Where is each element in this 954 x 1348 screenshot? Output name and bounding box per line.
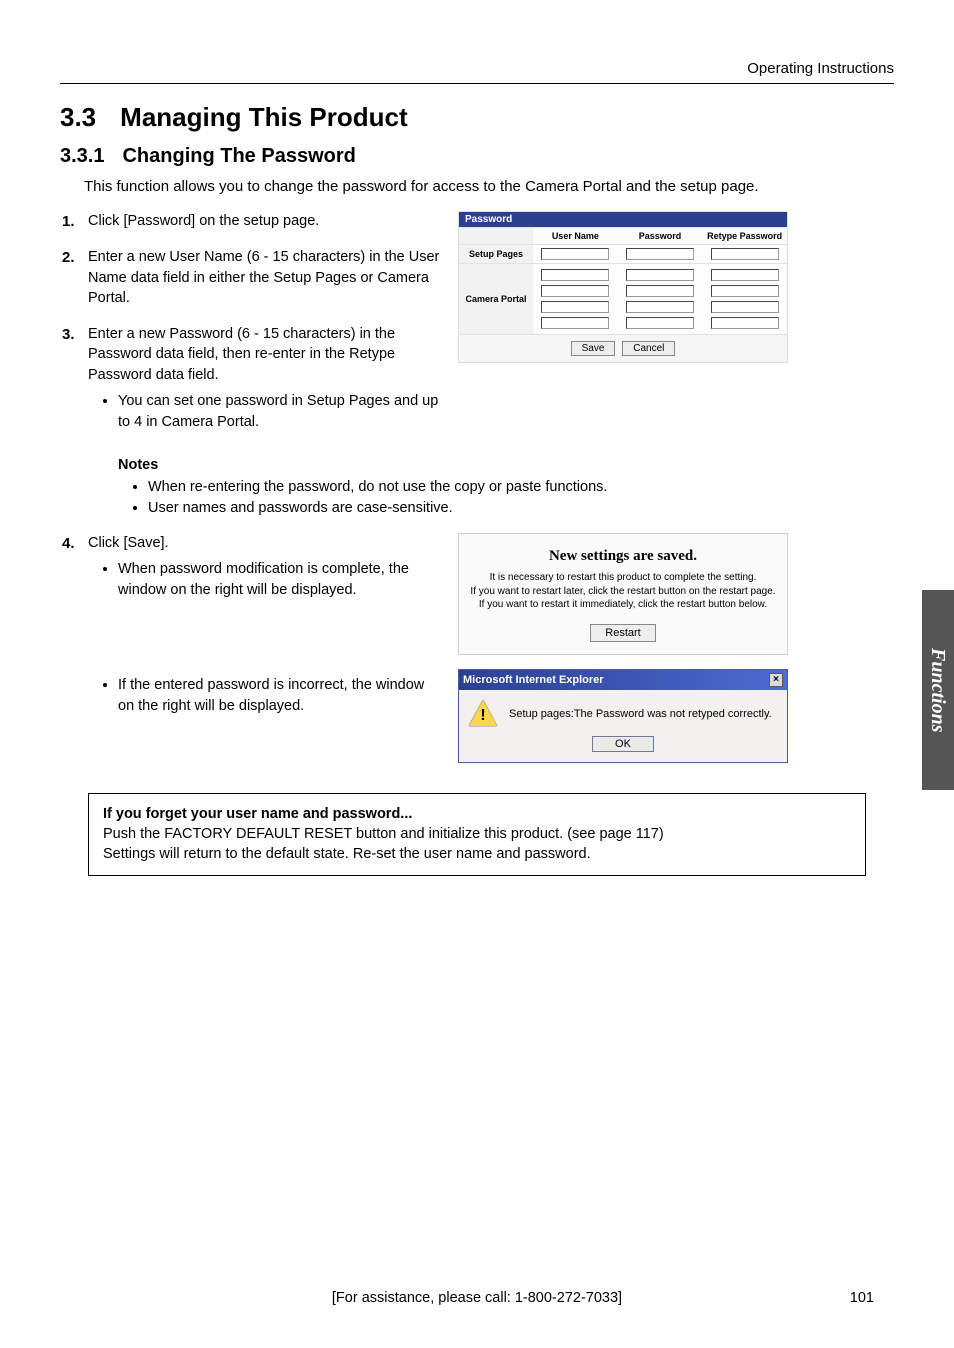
portal-retype-input-3[interactable] [711,301,779,313]
col-password: Password [618,228,703,244]
portal-password-input-2[interactable] [626,285,694,297]
password-panel-corner [459,228,533,244]
portal-retype-input-1[interactable] [711,269,779,281]
header-doc-title: Operating Instructions [60,60,894,77]
section-heading: 3.3 Managing This Product [60,102,894,133]
portal-password-input-1[interactable] [626,269,694,281]
row-steps-and-password-figure: 1. Click [Password] on the setup page. 2… [60,211,894,449]
intro-text: This function allows you to change the p… [84,178,894,195]
password-settings-panel: Password User Name Password Retype Passw… [458,211,788,363]
row-step4-and-dialogs: 4. Click [Save]. When password modificat… [60,533,894,763]
setup-password-input[interactable] [626,248,694,260]
notes-section: Notes When re-entering the password, do … [60,457,894,519]
portal-username-input-1[interactable] [541,269,609,281]
header-rule [60,83,894,84]
settings-saved-line3: If you want to restart it immediately, c… [469,598,777,612]
ie-error-dialog: Microsoft Internet Explorer × ! Setup pa… [458,669,788,763]
portal-retype-input-4[interactable] [711,317,779,329]
password-figure-column: Password User Name Password Retype Passw… [458,211,894,449]
warning-icon: ! [469,700,497,728]
portal-username-input-3[interactable] [541,301,609,313]
step-2-text: Enter a new User Name (6 - 15 characters… [88,249,439,306]
step-1-number: 1. [62,211,75,232]
col-username: User Name [533,228,618,244]
forgot-credentials-line1: Push the FACTORY DEFAULT RESET button an… [103,826,664,842]
password-panel-title: Password [459,212,787,227]
step-2-number: 2. [62,247,75,268]
step-2: 2. Enter a new User Name (6 - 15 charact… [88,247,440,308]
section-title: Managing This Product [120,102,407,132]
step-1: 1. Click [Password] on the setup page. [88,211,440,231]
portal-password-input-3[interactable] [626,301,694,313]
setup-retype-input[interactable] [711,248,779,260]
page-number: 101 [850,1290,874,1306]
restart-button[interactable]: Restart [590,624,655,642]
step-4-text: Click [Save]. [88,535,169,551]
forgot-credentials-line2: Settings will return to the default stat… [103,846,591,862]
note-1: When re-entering the password, do not us… [148,477,894,498]
settings-saved-panel: New settings are saved. It is necessary … [458,533,788,655]
settings-saved-title: New settings are saved. [469,548,777,565]
side-tab-functions: Functions [922,590,954,790]
subsection-number: 3.3.1 [60,145,104,167]
step-3: 3. Enter a new Password (6 - 15 characte… [88,324,440,433]
step4-column: 4. Click [Save]. When password modificat… [60,533,440,763]
portal-password-input-4[interactable] [626,317,694,329]
settings-saved-line1: It is necessary to restart this product … [469,571,777,585]
close-icon[interactable]: × [769,673,783,687]
portal-retype-input-2[interactable] [711,285,779,297]
portal-username-input-4[interactable] [541,317,609,329]
save-button[interactable]: Save [571,341,616,356]
section-number: 3.3 [60,102,96,132]
forgot-credentials-box: If you forget your user name and passwor… [88,793,866,876]
step-1-text: Click [Password] on the setup page. [88,213,319,229]
step-4-number: 4. [62,533,75,554]
footer-assistance: [For assistance, please call: 1-800-272-… [0,1290,954,1306]
row-camera-portal-label: Camera Portal [459,264,533,334]
ok-button[interactable]: OK [592,736,654,752]
notes-heading: Notes [118,457,894,473]
step-3-bullet: You can set one password in Setup Pages … [118,391,440,433]
dialogs-column: New settings are saved. It is necessary … [458,533,894,763]
ie-dialog-title: Microsoft Internet Explorer [463,674,604,686]
setup-username-input[interactable] [541,248,609,260]
steps-column: 1. Click [Password] on the setup page. 2… [60,211,440,449]
col-retype: Retype Password [702,228,787,244]
step-3-number: 3. [62,324,75,345]
step-4-bullet-success: When password modification is complete, … [118,559,440,601]
subsection-title: Changing The Password [122,145,355,167]
forgot-credentials-title: If you forget your user name and passwor… [103,806,412,822]
step-4: 4. Click [Save]. When password modificat… [88,533,440,717]
step-3-text: Enter a new Password (6 - 15 characters)… [88,326,395,383]
settings-saved-line2: If you want to restart later, click the … [469,585,777,599]
row-setup-pages-label: Setup Pages [459,245,533,263]
ie-dialog-message: Setup pages:The Password was not retyped… [509,708,772,720]
portal-username-input-2[interactable] [541,285,609,297]
cancel-button[interactable]: Cancel [622,341,675,356]
subsection-heading: 3.3.1 Changing The Password [60,145,894,168]
step-4-bullet-error: If the entered password is incorrect, th… [118,675,440,717]
note-2: User names and passwords are case-sensit… [148,498,894,519]
